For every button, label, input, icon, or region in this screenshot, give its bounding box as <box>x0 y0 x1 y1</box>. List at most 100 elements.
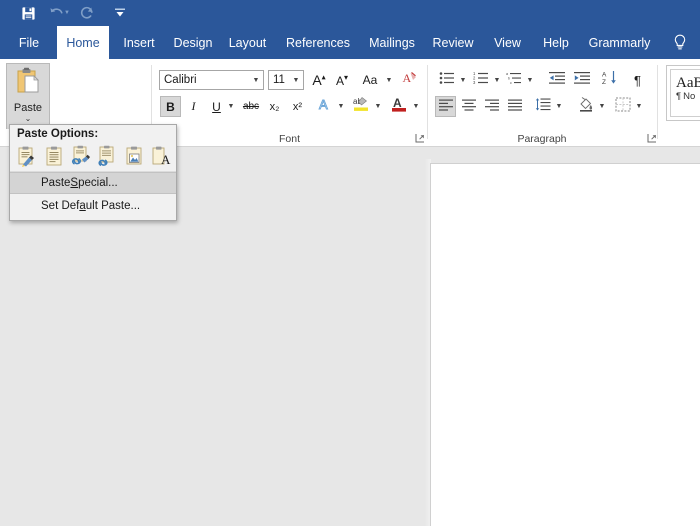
shading-dropdown[interactable]: ▼ <box>597 99 607 113</box>
font-size-combo[interactable]: 11 ▼ <box>268 70 304 90</box>
tab-layout[interactable]: Layout <box>224 26 271 59</box>
chevron-down-icon: ▼ <box>374 102 382 110</box>
borders-button[interactable] <box>612 96 633 117</box>
paste-text-only-icon[interactable]: A <box>149 144 173 168</box>
tab-insert[interactable]: Insert <box>117 26 161 59</box>
text-effects-button[interactable]: A <box>314 96 335 117</box>
font-dialog-launcher[interactable] <box>415 133 425 143</box>
line-spacing-dropdown[interactable]: ▼ <box>554 99 564 113</box>
paste-dropdown-caret-icon[interactable]: ⌄ <box>25 115 32 123</box>
paragraph-dialog-launcher[interactable] <box>647 133 657 143</box>
paste-options-header: Paste Options: <box>17 127 99 140</box>
align-left-button[interactable] <box>435 96 456 117</box>
numbering-button[interactable]: 1 2 3 <box>471 70 491 90</box>
shrink-font-button[interactable]: A▾ <box>332 70 352 90</box>
sort-button[interactable]: A Z <box>599 70 620 90</box>
increase-indent-button[interactable] <box>571 70 592 90</box>
style-tile-normal[interactable]: AaBb ¶ No <box>670 69 700 117</box>
undo-dropdown-icon[interactable]: ▼ <box>63 4 71 22</box>
align-left-icon <box>438 98 453 116</box>
document-page[interactable] <box>430 163 700 526</box>
paste-options-menu: Paste Options: A Paste S pecial... Set D… <box>9 124 177 221</box>
svg-text:A: A <box>319 97 328 112</box>
bold-button[interactable]: B <box>160 96 181 117</box>
shading-button[interactable] <box>575 96 596 117</box>
clear-formatting-icon: A <box>402 70 418 91</box>
chevron-down-icon: ▼ <box>459 76 467 84</box>
set-default-paste-menu-item[interactable]: Set Def a ult Paste... <box>10 195 176 217</box>
chevron-down-icon[interactable]: ▼ <box>289 77 303 84</box>
subscript-button[interactable]: x₂ <box>264 96 285 117</box>
borders-icon <box>615 97 631 117</box>
styles-gallery[interactable]: AaBb ¶ No <box>666 65 700 121</box>
change-case-button[interactable]: Aa <box>357 70 383 90</box>
paste-keep-source-formatting-icon[interactable] <box>15 144 39 168</box>
tab-file[interactable]: File <box>13 26 45 59</box>
borders-dropdown[interactable]: ▼ <box>634 99 644 113</box>
clear-formatting-button[interactable]: A <box>399 70 421 90</box>
tab-design[interactable]: Design <box>169 26 217 59</box>
ribbon-tab-bar: File Home Insert Design Layout Reference… <box>0 26 700 59</box>
strikethrough-button[interactable]: abc <box>239 96 263 117</box>
italic-icon: I <box>191 99 196 113</box>
strikethrough-icon: abc <box>242 101 260 112</box>
align-center-button[interactable] <box>458 96 479 117</box>
tab-review[interactable]: Review <box>428 26 478 59</box>
multilevel-list-icon: a b c <box>506 71 522 90</box>
style-preview-text: AaBb <box>676 75 700 91</box>
multilevel-list-dropdown[interactable]: ▼ <box>525 73 535 87</box>
lightbulb-icon[interactable] <box>672 33 690 53</box>
justify-button[interactable] <box>504 96 525 117</box>
underline-button[interactable]: U <box>206 96 227 117</box>
paste-button[interactable]: Paste ⌄ <box>6 63 50 129</box>
bullets-dropdown[interactable]: ▼ <box>458 73 468 87</box>
font-color-button[interactable]: A <box>388 95 410 117</box>
bullets-button[interactable] <box>437 70 457 90</box>
svg-text:A: A <box>161 152 171 167</box>
paste-merge-formatting-icon[interactable] <box>42 144 66 168</box>
tab-home[interactable]: Home <box>57 26 109 59</box>
change-case-dropdown[interactable]: ▼ <box>384 73 394 87</box>
chevron-down-icon[interactable]: ▼ <box>249 77 263 84</box>
text-effects-dropdown[interactable]: ▼ <box>336 99 346 113</box>
save-icon[interactable] <box>19 4 37 22</box>
show-formatting-marks-button[interactable]: ¶ <box>627 70 648 90</box>
grow-font-button[interactable]: A▴ <box>309 70 329 90</box>
italic-button[interactable]: I <box>183 96 204 117</box>
multilevel-list-button[interactable]: a b c <box>504 70 524 90</box>
numbering-dropdown[interactable]: ▼ <box>492 73 502 87</box>
font-name-value: Calibri <box>164 74 197 86</box>
paste-merge-formatting-link-icon[interactable] <box>95 144 119 168</box>
chevron-down-icon: ▼ <box>385 76 393 84</box>
tab-mailings[interactable]: Mailings <box>363 26 421 59</box>
svg-text:A: A <box>602 72 607 79</box>
redo-icon[interactable] <box>78 4 96 22</box>
tab-help[interactable]: Help <box>537 26 575 59</box>
paragraph-group-label: Paragraph <box>517 133 567 145</box>
tab-view[interactable]: View <box>487 26 528 59</box>
tab-grammarly[interactable]: Grammarly <box>583 26 656 59</box>
paste-picture-icon[interactable] <box>122 144 146 168</box>
clipboard-paste-icon <box>14 67 42 100</box>
bullets-icon <box>439 71 455 90</box>
text-highlight-dropdown[interactable]: ▼ <box>373 99 383 113</box>
word-application-window: ▼ File Home Insert Design Layout Referen… <box>0 0 700 526</box>
highlighter-icon: ab <box>352 95 370 118</box>
font-group-label: Font <box>278 133 300 145</box>
tab-references[interactable]: References <box>280 26 356 59</box>
font-color-dropdown[interactable]: ▼ <box>411 99 421 113</box>
align-right-button[interactable] <box>481 96 502 117</box>
underline-dropdown[interactable]: ▼ <box>226 99 236 113</box>
chevron-down-icon: ▼ <box>337 102 345 110</box>
customize-quick-access-toolbar-icon[interactable] <box>111 4 129 22</box>
text-highlight-color-button[interactable]: ab <box>350 95 372 117</box>
line-spacing-button[interactable] <box>532 96 553 117</box>
paste-keep-text-only-link-icon[interactable] <box>69 144 93 168</box>
decrease-indent-button[interactable] <box>546 70 567 90</box>
change-case-icon: Aa <box>362 73 378 87</box>
paste-special-menu-item[interactable]: Paste Special... <box>10 172 176 194</box>
subscript-icon: x₂ <box>269 100 280 113</box>
superscript-button[interactable]: x² <box>287 96 308 117</box>
font-name-combo[interactable]: Calibri ▼ <box>159 70 264 90</box>
paste-special-label-post: pecial... <box>78 177 118 189</box>
